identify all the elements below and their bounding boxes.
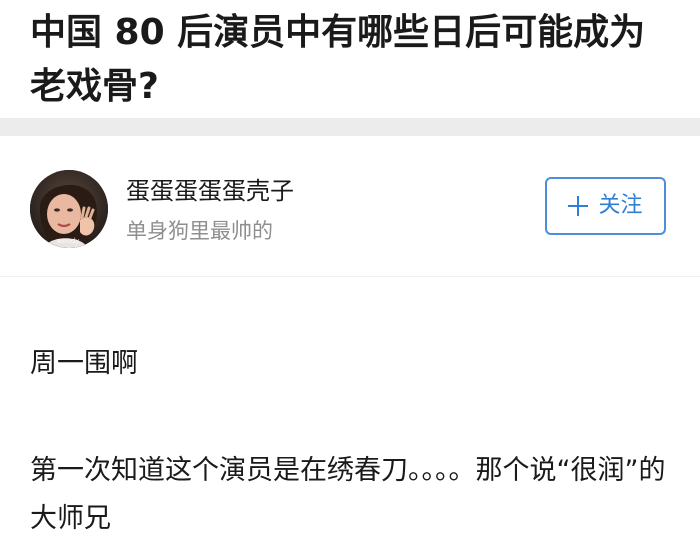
- author-card: woody 蛋蛋蛋蛋蛋壳子 单身狗里最帅的 关注: [0, 136, 700, 277]
- question-title[interactable]: 中国 80 后演员中有哪些日后可能成为老戏骨?: [30, 6, 670, 114]
- plus-icon: [568, 196, 589, 216]
- avatar-watermark: woody: [57, 237, 80, 245]
- section-divider: [0, 118, 700, 136]
- avatar[interactable]: woody: [30, 170, 108, 248]
- answer-paragraph: 周一围啊: [30, 348, 138, 379]
- follow-button-label: 关注: [598, 193, 643, 218]
- author-name[interactable]: 蛋蛋蛋蛋蛋壳子: [126, 176, 294, 206]
- avatar-image: woody: [30, 170, 108, 248]
- question-header: 中国 80 后演员中有哪些日后可能成为老戏骨?: [0, 0, 700, 118]
- follow-button[interactable]: 关注: [545, 177, 666, 235]
- answer-page: 中国 80 后演员中有哪些日后可能成为老戏骨? woody 蛋蛋蛋蛋蛋壳子 单身…: [0, 0, 700, 557]
- answer-paragraph: 第一次知道这个演员是在绣春刀。。。。那个说“很润”的大师兄: [30, 455, 666, 534]
- author-bio: 单身狗里最帅的: [126, 219, 273, 243]
